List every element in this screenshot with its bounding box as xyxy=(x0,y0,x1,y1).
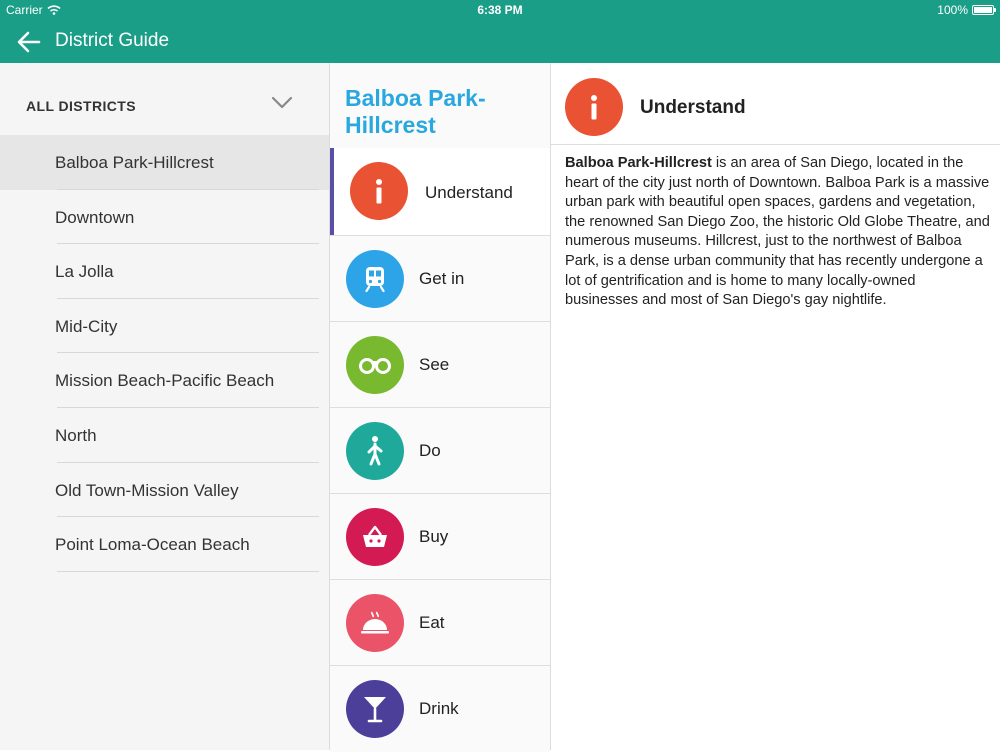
top-bar: Carrier 6:38 PM 100% District Guide xyxy=(0,0,1000,63)
district-item-mission-beach-pacific-beach[interactable]: Mission Beach-Pacific Beach xyxy=(0,353,329,408)
content-header: Understand xyxy=(551,63,1000,145)
section-label: Eat xyxy=(419,613,445,632)
district-item-balboa-park-hillcrest[interactable]: Balboa Park-Hillcrest xyxy=(0,135,329,190)
section-label: Do xyxy=(419,441,441,460)
district-label: Balboa Park-Hillcrest xyxy=(55,153,214,172)
back-arrow-icon xyxy=(17,31,41,53)
district-label: Point Loma-Ocean Beach xyxy=(55,535,250,555)
section-label: Understand xyxy=(425,183,513,202)
section-drink[interactable]: Drink xyxy=(330,666,550,752)
district-item-point-loma-ocean-beach[interactable]: Point Loma-Ocean Beach xyxy=(0,517,329,572)
content-title: Understand xyxy=(640,97,746,118)
battery-indicator: 100% xyxy=(937,3,996,17)
content-lead: Balboa Park-Hillcrest xyxy=(565,155,712,171)
section-see[interactable]: See xyxy=(330,322,550,408)
cocktail-icon xyxy=(346,680,404,738)
divider xyxy=(57,570,319,572)
district-item-downtown[interactable]: Downtown xyxy=(0,190,329,245)
districts-header-label: ALL DISTRICTS xyxy=(26,98,136,114)
districts-header[interactable]: ALL DISTRICTS xyxy=(0,63,329,135)
binoculars-icon xyxy=(346,336,404,394)
back-button[interactable] xyxy=(14,28,44,56)
basket-icon xyxy=(346,508,404,566)
info-icon xyxy=(350,162,408,220)
section-get-in[interactable]: Get in xyxy=(330,236,550,322)
district-item-mid-city[interactable]: Mid-City xyxy=(0,299,329,354)
section-eat[interactable]: Eat xyxy=(330,580,550,666)
clock: 6:38 PM xyxy=(477,3,523,17)
district-label: North xyxy=(55,425,97,445)
status-bar: Carrier 6:38 PM 100% xyxy=(0,0,1000,20)
district-item-la-jolla[interactable]: La Jolla xyxy=(0,244,329,299)
section-buy[interactable]: Buy xyxy=(330,494,550,580)
info-icon xyxy=(565,78,623,136)
page-title: District Guide xyxy=(55,30,170,51)
section-understand[interactable]: Understand xyxy=(330,148,550,236)
district-label: Old Town-Mission Valley xyxy=(55,480,239,500)
section-label: Get in xyxy=(419,269,465,288)
section-label: Drink xyxy=(419,699,459,718)
districts-panel: ALL DISTRICTS Balboa Park-Hillcrest Down… xyxy=(0,63,330,750)
chevron-down-icon[interactable] xyxy=(271,96,293,110)
content-panel: Understand Balboa Park-Hillcrest is an a… xyxy=(551,63,1000,750)
navigation-bar: District Guide xyxy=(0,20,1000,63)
train-icon xyxy=(346,250,404,308)
district-label: La Jolla xyxy=(55,262,114,282)
district-label: Mission Beach-Pacific Beach xyxy=(55,371,275,391)
district-label: Downtown xyxy=(55,207,135,227)
content-body: Balboa Park-Hillcrest is an area of San … xyxy=(565,154,990,311)
section-label: Buy xyxy=(419,527,449,546)
district-item-old-town-mission-valley[interactable]: Old Town-Mission Valley xyxy=(0,463,329,518)
battery-icon xyxy=(972,5,996,15)
district-label: Mid-City xyxy=(55,316,118,336)
district-item-north[interactable]: North xyxy=(0,408,329,463)
battery-percent: 100% xyxy=(937,3,968,17)
content-text: is an area of San Diego, located in the … xyxy=(565,155,990,309)
district-title: Balboa Park-Hillcrest xyxy=(345,85,486,138)
walking-person-icon xyxy=(346,422,404,480)
section-do[interactable]: Do xyxy=(330,408,550,494)
cloche-icon xyxy=(346,594,404,652)
section-label: See xyxy=(419,355,450,374)
active-indicator xyxy=(330,148,334,235)
sections-panel: Balboa Park-Hillcrest Understand Get in xyxy=(330,63,551,752)
